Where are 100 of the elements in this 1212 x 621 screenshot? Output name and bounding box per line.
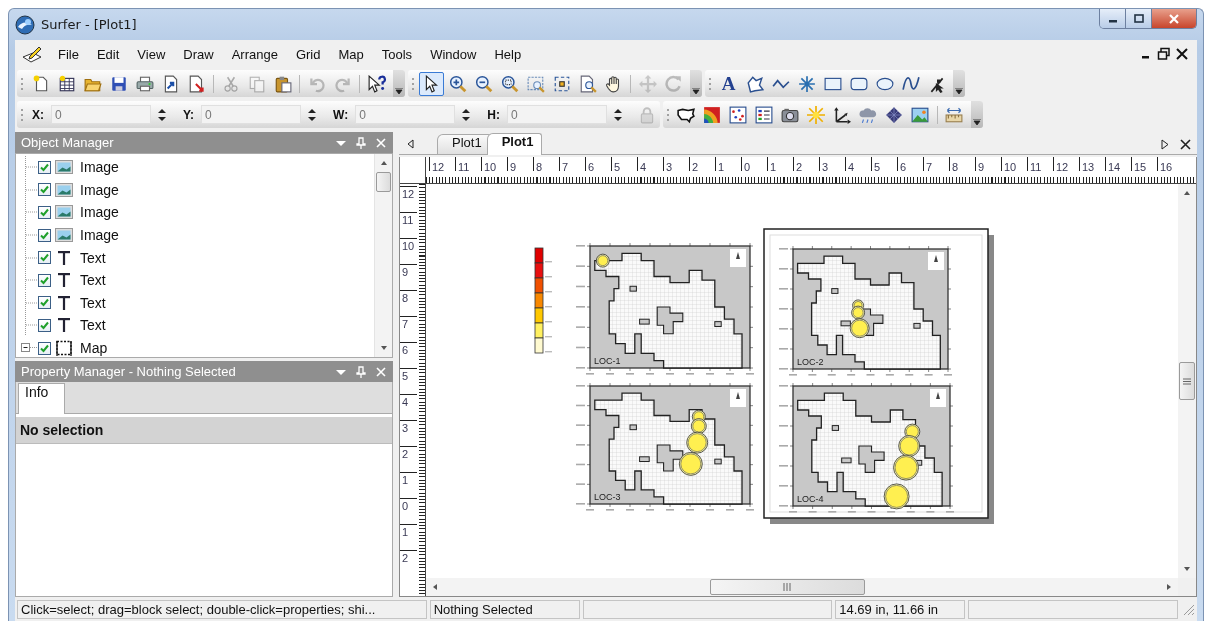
text-tool-button[interactable]: A bbox=[716, 71, 741, 96]
pen-pad-icon[interactable] bbox=[21, 45, 43, 63]
maximize-icon bbox=[1133, 14, 1144, 23]
scrollbar-thumb[interactable] bbox=[1179, 362, 1195, 400]
status-position: 14.69 in, 11.66 in bbox=[835, 599, 966, 619]
rain-cloud-icon bbox=[859, 105, 878, 124]
input-field[interactable]: 0 bbox=[51, 105, 151, 124]
landscape-picture-icon bbox=[55, 227, 73, 244]
curve-icon bbox=[901, 74, 920, 93]
tree-item[interactable]: Image bbox=[80, 204, 119, 221]
grip-icon[interactable] bbox=[20, 107, 24, 122]
grip-icon[interactable] bbox=[665, 107, 670, 122]
minimize-button[interactable] bbox=[1100, 9, 1126, 28]
document-magnifier-icon bbox=[578, 74, 597, 93]
grip-icon[interactable] bbox=[708, 76, 712, 91]
status-selection: Nothing Selected bbox=[429, 599, 580, 619]
visibility-checkbox[interactable] bbox=[38, 206, 51, 219]
menu-item[interactable]: Window bbox=[421, 44, 486, 64]
tree-item[interactable]: Image bbox=[80, 227, 119, 244]
spreadsheet-icon bbox=[57, 74, 76, 93]
sun-icon bbox=[807, 105, 826, 124]
tree-item[interactable]: Text bbox=[80, 249, 106, 266]
visibility-checkbox[interactable] bbox=[38, 228, 51, 242]
toolbar-options-button[interactable] bbox=[690, 70, 702, 97]
close-icon[interactable] bbox=[1175, 47, 1189, 61]
menu-item[interactable]: Map bbox=[329, 44, 373, 64]
menu-item[interactable]: Help bbox=[485, 44, 531, 64]
caret-icon bbox=[972, 119, 981, 125]
landscape-picture-icon bbox=[55, 181, 73, 198]
grip-icon[interactable] bbox=[20, 76, 24, 91]
grid-diamond-icon bbox=[885, 105, 904, 124]
tree-item[interactable]: Text bbox=[80, 294, 106, 311]
toolbar-options-button[interactable] bbox=[970, 101, 983, 128]
map-outline-icon bbox=[677, 105, 696, 124]
scroll-left-icon[interactable] bbox=[405, 138, 417, 150]
visibility-checkbox[interactable] bbox=[38, 318, 51, 332]
tree-item[interactable]: Image bbox=[80, 181, 119, 198]
close-icon bbox=[1168, 13, 1180, 24]
map-label: LOC-4 bbox=[797, 494, 824, 504]
copy-icon bbox=[247, 74, 266, 93]
input-field[interactable]: 0 bbox=[201, 105, 302, 124]
close-button[interactable] bbox=[1152, 9, 1196, 28]
visibility-checkbox[interactable] bbox=[38, 160, 51, 174]
tab[interactable]: Info bbox=[18, 383, 66, 414]
menu-item[interactable]: Edit bbox=[87, 44, 129, 64]
polygon-icon bbox=[745, 74, 764, 93]
tree-item[interactable]: Text bbox=[80, 272, 106, 289]
restore-icon[interactable] bbox=[1157, 47, 1171, 61]
maximize-button[interactable] bbox=[1126, 9, 1152, 28]
clipboard-icon bbox=[273, 74, 292, 93]
grip-icon[interactable] bbox=[411, 76, 415, 91]
toolbar-options-button[interactable] bbox=[393, 70, 405, 97]
snowflake-icon bbox=[797, 74, 816, 93]
scissors-icon bbox=[221, 74, 240, 93]
select-tool-button[interactable] bbox=[419, 71, 444, 96]
scrollbar-thumb[interactable] bbox=[709, 579, 865, 595]
pin-icon[interactable] bbox=[355, 136, 367, 149]
caret-icon bbox=[692, 88, 700, 94]
menu-item[interactable]: Grid bbox=[286, 44, 330, 64]
field-label: W: bbox=[333, 107, 349, 122]
scroll-right-icon[interactable] bbox=[1159, 139, 1170, 150]
new-document-icon bbox=[31, 74, 50, 93]
target-box-icon bbox=[552, 74, 571, 93]
visibility-checkbox[interactable] bbox=[38, 273, 51, 287]
document-tab[interactable]: Plot1 bbox=[437, 134, 491, 154]
axes-arrows-icon bbox=[833, 105, 852, 124]
landscape-picture-icon bbox=[55, 159, 73, 176]
input-field[interactable]: 0 bbox=[506, 105, 607, 124]
tree-item[interactable]: Text bbox=[80, 317, 106, 334]
pin-icon[interactable] bbox=[355, 365, 367, 378]
text-type-icon bbox=[55, 272, 73, 289]
menu-item[interactable]: Draw bbox=[174, 44, 223, 64]
scrollbar-thumb[interactable] bbox=[376, 172, 391, 192]
visibility-checkbox[interactable] bbox=[38, 183, 51, 197]
document-tab[interactable]: Plot1 bbox=[486, 133, 543, 155]
panel-title: Object Manager bbox=[21, 135, 115, 150]
help-pointer-icon bbox=[367, 74, 386, 93]
tree-item[interactable]: Map bbox=[80, 340, 108, 357]
visibility-checkbox[interactable] bbox=[38, 341, 51, 355]
close-icon[interactable] bbox=[1180, 139, 1191, 150]
text-type-icon bbox=[55, 249, 73, 266]
menu-item[interactable]: File bbox=[49, 44, 88, 64]
rotate-arrow-icon bbox=[664, 74, 683, 93]
text-type-icon bbox=[55, 294, 73, 311]
selection-message: No selection bbox=[16, 417, 392, 444]
visibility-checkbox[interactable] bbox=[38, 296, 51, 310]
document-arrow-icon bbox=[187, 74, 206, 93]
menu-item[interactable]: Arrange bbox=[222, 44, 287, 64]
tree-item[interactable]: Image bbox=[80, 159, 119, 176]
landscape-picture-icon bbox=[911, 105, 930, 124]
visibility-checkbox[interactable] bbox=[38, 251, 51, 265]
menu-item[interactable]: View bbox=[128, 44, 175, 64]
dashed-rectangle-icon bbox=[526, 74, 545, 93]
input-field[interactable]: 0 bbox=[355, 105, 456, 124]
zoom-in-icon bbox=[448, 74, 467, 93]
menu-item[interactable]: Tools bbox=[372, 44, 422, 64]
toolbar-options-button[interactable] bbox=[953, 70, 965, 97]
field-label: Y: bbox=[183, 107, 195, 122]
ruler-icon bbox=[945, 105, 964, 124]
resize-grip-icon[interactable] bbox=[1181, 602, 1195, 616]
